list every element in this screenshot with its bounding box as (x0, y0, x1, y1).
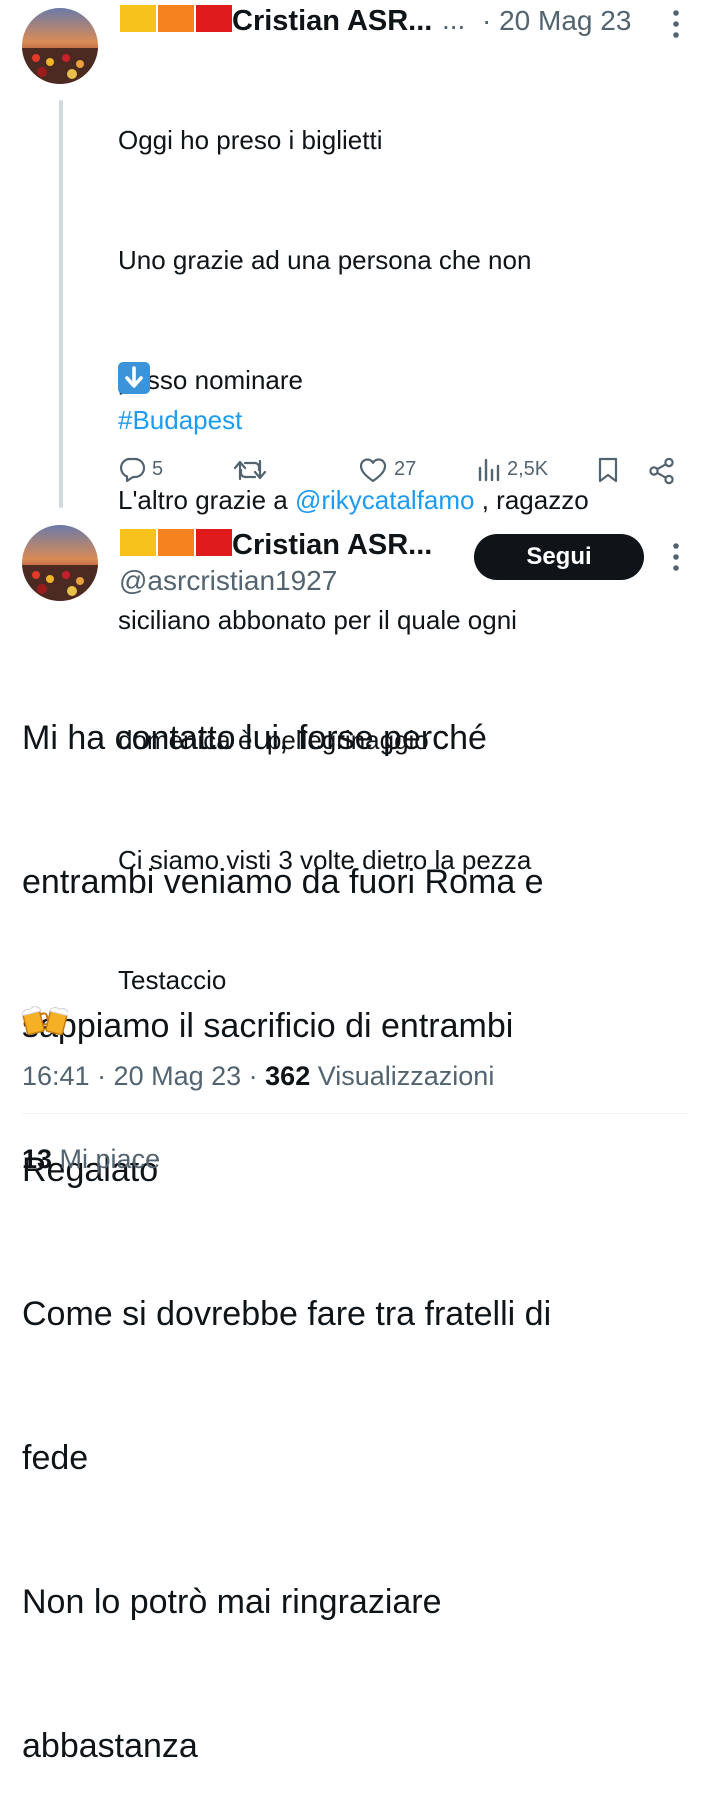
text-line: posso nominare (118, 365, 303, 395)
flag-red (196, 529, 232, 556)
text-line: abbastanza (22, 1727, 198, 1765)
likes-count: 13 (22, 1144, 53, 1174)
author-handle[interactable]: @asrcristian1927 (119, 565, 337, 597)
text-line-mention: L'altro grazie a @rikycatalfamo , ragazz… (118, 480, 589, 520)
beer-mugs-icon (21, 1002, 70, 1043)
likes-summary[interactable]: 13 Mi piace (22, 1142, 160, 1176)
likes-label: Mi piace (52, 1144, 161, 1174)
author-name[interactable]: Cristian ASR... (232, 528, 432, 562)
text-suffix: , ragazzo (474, 485, 589, 515)
like-count: 27 (394, 458, 417, 480)
tweet-meta: 16:41 · 20 Mag 23 · 362 Visualizzazioni (22, 1059, 494, 1093)
author-name[interactable]: Cristian ASR... (232, 4, 432, 38)
date-ellipsis: ... (442, 4, 466, 35)
views-label: Visualizzazioni (310, 1061, 495, 1091)
text-prefix: L'altro grazie a (118, 485, 295, 515)
divider (22, 1113, 688, 1114)
text-line: Come si dovrebbe fare tra fratelli di (22, 1295, 552, 1333)
text-line: Uno grazie ad una persona che non (118, 245, 532, 275)
avatar[interactable] (22, 525, 98, 601)
text-line: entrambi veniamo da fuori Roma e (22, 863, 544, 901)
retweet-button[interactable] (233, 457, 267, 483)
text-line: fede (22, 1439, 89, 1477)
flag-yellow (120, 5, 156, 32)
thread-line (59, 100, 63, 508)
tweet-text: Mi ha contatto lui, forse perché entramb… (22, 618, 551, 1818)
reply-icon (118, 456, 146, 482)
more-icon[interactable] (671, 543, 681, 576)
text-line: Mi ha contatto lui, forse perché (22, 719, 487, 757)
views-button[interactable]: 2,5K (477, 456, 548, 482)
hashtag-link[interactable]: #Budapest (118, 400, 242, 440)
views-icon (477, 456, 501, 482)
views-count: 2,5K (507, 457, 549, 480)
text-line: sappiamo il sacrificio di entrambi (22, 1007, 514, 1045)
tweet-date[interactable]: · 20 Mag 23 (482, 5, 631, 37)
retweet-icon (233, 457, 267, 483)
views-count: 362 (265, 1061, 311, 1091)
avatar[interactable] (22, 8, 98, 84)
like-button[interactable]: 27 (358, 456, 416, 483)
name-flags (120, 529, 232, 556)
bookmark-icon[interactable] (596, 456, 620, 489)
name-flags (120, 5, 232, 32)
flag-orange (158, 529, 194, 556)
text-line: Oggi ho preso i biglietti (118, 125, 383, 155)
reply-count: 5 (152, 457, 164, 480)
follow-button[interactable]: Segui (474, 534, 644, 580)
like-icon (358, 456, 388, 483)
text-line: Non lo potrò mai ringraziare (22, 1583, 442, 1621)
flag-red (196, 5, 232, 32)
flag-yellow (120, 529, 156, 556)
tweet-time[interactable]: 16:41 · 20 Mag 23 · (22, 1061, 265, 1091)
reply-button[interactable]: 5 (118, 456, 163, 482)
flag-orange (158, 5, 194, 32)
more-icon[interactable] (671, 10, 681, 43)
mention-link[interactable]: @rikycatalfamo (295, 485, 475, 515)
share-icon[interactable] (648, 457, 676, 490)
arrow-down-emoji (118, 362, 150, 399)
